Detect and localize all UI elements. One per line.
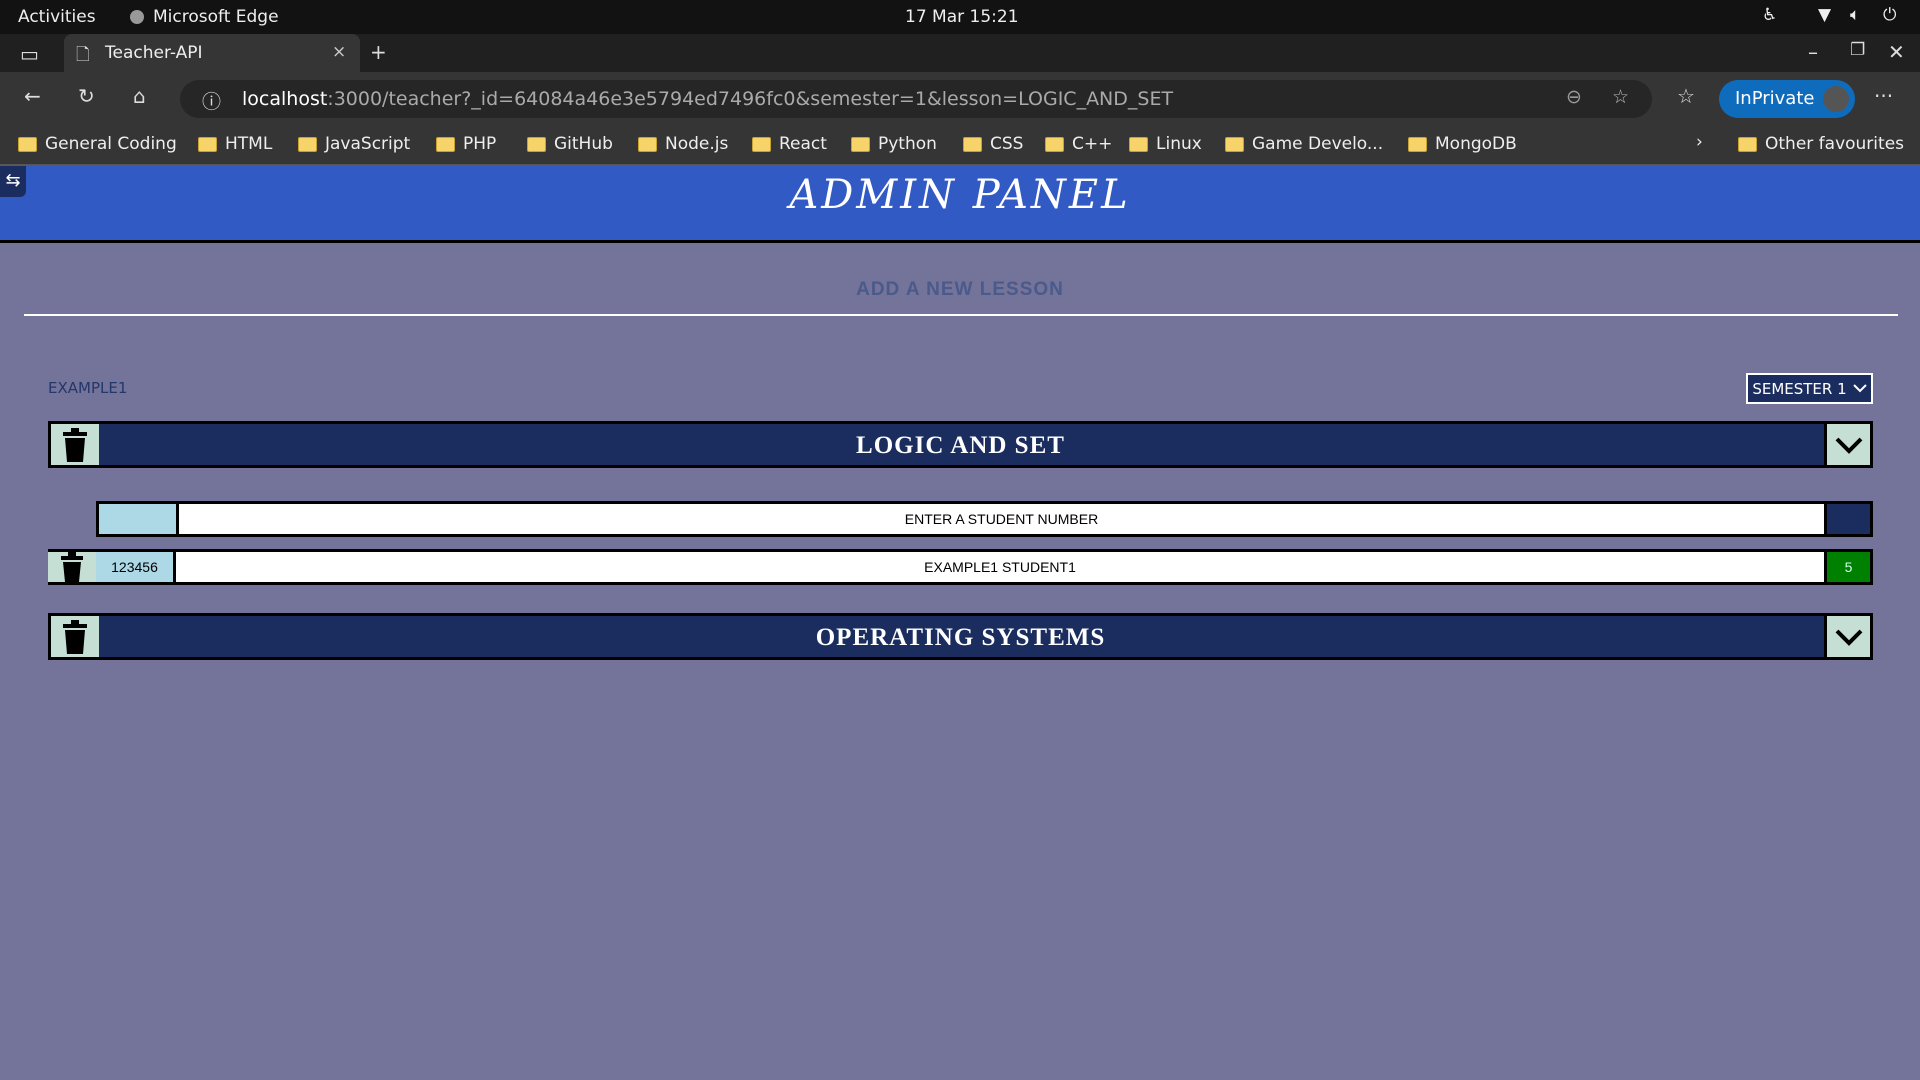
folder-icon [851,136,870,152]
close-window-icon[interactable]: ✕ [1888,40,1905,64]
more-menu-icon[interactable]: ··· [1874,84,1893,108]
bookmark-folder[interactable]: Linux [1129,134,1202,154]
bookmark-folder[interactable]: JavaScript [298,134,410,154]
inprivate-button[interactable]: InPrivate [1719,80,1855,118]
lesson-bar[interactable]: LOGIC AND SET [48,421,1873,468]
folder-icon [436,136,455,152]
sidebar-toggle-icon[interactable]: ▭ [20,42,39,66]
folder-icon [1129,136,1148,152]
semester-select[interactable]: SEMESTER 1 [1746,373,1873,404]
edge-icon [130,10,144,24]
minimize-icon[interactable]: – [1808,40,1818,64]
teacher-name: EXAMPLE1 [48,379,128,397]
bookmark-folder[interactable]: C++ [1045,134,1112,154]
back-icon[interactable]: ← [24,84,41,108]
accessibility-icon[interactable]: ♿︎ [1762,5,1777,25]
bookmark-folder[interactable]: PHP [436,134,496,154]
power-icon[interactable]: ⏻ [1883,5,1896,25]
folder-icon [298,136,317,152]
trash-icon [61,552,83,582]
semester-value: SEMESTER 1 [1752,379,1847,398]
new-tab-icon[interactable]: + [370,40,387,64]
expand-lesson-button[interactable] [1824,424,1870,465]
bookmark-folder[interactable]: Game Develo... [1225,134,1383,154]
chevron-right-icon[interactable]: › [1696,132,1703,152]
bookmark-folder[interactable]: Python [851,134,937,154]
bookmark-folder[interactable]: CSS [963,134,1023,154]
clock[interactable]: 17 Mar 15:21 [905,7,1019,27]
folder-icon [527,136,546,152]
other-favourites[interactable]: Other favourites [1738,134,1904,154]
student-grade[interactable]: 5 [1824,552,1870,582]
student-number-field[interactable]: ENTER A STUDENT NUMBER [179,504,1824,534]
chevron-down-icon [1852,384,1867,393]
page-title: ADMIN PANEL [789,172,1131,218]
favourites-icon[interactable]: ☆ [1677,84,1695,108]
folder-icon [1738,136,1757,152]
tab-teacher-api[interactable]: 🗋 Teacher-API × [64,34,360,74]
student-row: 123456 EXAMPLE1 STUDENT1 5 [48,549,1873,585]
folder-icon [638,136,657,152]
bookmarks-bar: General Coding HTML JavaScript PHP GitHu… [0,124,1920,165]
lesson-name: OPERATING SYSTEMS [815,624,1106,651]
close-tab-icon[interactable]: × [332,42,346,62]
page-icon: 🗋 [76,45,90,65]
volume-icon[interactable]: 🔈︎ [1850,5,1860,25]
bookmark-folder[interactable]: HTML [198,134,272,154]
add-student-button[interactable] [1824,504,1870,534]
app-name: Microsoft Edge [153,7,279,27]
expand-lesson-button[interactable] [1824,616,1870,657]
os-top-bar: Activities Microsoft Edge 17 Mar 15:21 ♿… [0,0,1920,34]
student-number: 123456 [96,552,176,582]
bookmark-folder[interactable]: General Coding [18,134,177,154]
add-favourite-icon[interactable]: ☆ [1612,86,1629,108]
refresh-icon[interactable]: ↻ [78,84,95,108]
lesson-name: LOGIC AND SET [856,432,1065,459]
lesson-bar[interactable]: OPERATING SYSTEMS [48,613,1873,660]
new-student-row: ENTER A STUDENT NUMBER [96,501,1873,537]
bookmark-folder[interactable]: GitHub [527,134,613,154]
bookmark-folder[interactable]: Node.js [638,134,728,154]
avatar [1823,86,1849,112]
site-info-icon[interactable]: ⓘ [202,87,221,114]
divider [24,314,1898,316]
student-number-input[interactable] [99,504,179,534]
home-icon[interactable]: ⌂ [133,84,146,108]
wifi-icon[interactable]: ▼ [1818,5,1831,25]
chevron-down-icon [1835,437,1862,454]
folder-icon [1045,136,1064,152]
add-lesson-button[interactable]: ADD A NEW LESSON [0,279,1920,301]
folder-icon [1225,136,1244,152]
zoom-icon[interactable]: ⊖ [1566,86,1582,108]
folder-icon [1408,136,1427,152]
bookmark-folder[interactable]: MongoDB [1408,134,1517,154]
bookmark-folder[interactable]: React [752,134,827,154]
folder-icon [752,136,771,152]
activities-button[interactable]: Activities [18,7,96,27]
folder-icon [198,136,217,152]
chevron-down-icon [1835,629,1862,646]
url-text: localhost:3000/teacher?_id=64084a46e3e57… [242,88,1174,110]
tab-title: Teacher-API [105,43,203,63]
folder-icon [18,136,37,152]
folder-icon [963,136,982,152]
delete-student-button[interactable] [48,552,96,582]
address-bar[interactable]: ⓘ localhost:3000/teacher?_id=64084a46e3e… [180,80,1652,118]
restore-icon[interactable]: ❐ [1850,40,1865,60]
student-name: EXAMPLE1 STUDENT1 [924,559,1076,575]
